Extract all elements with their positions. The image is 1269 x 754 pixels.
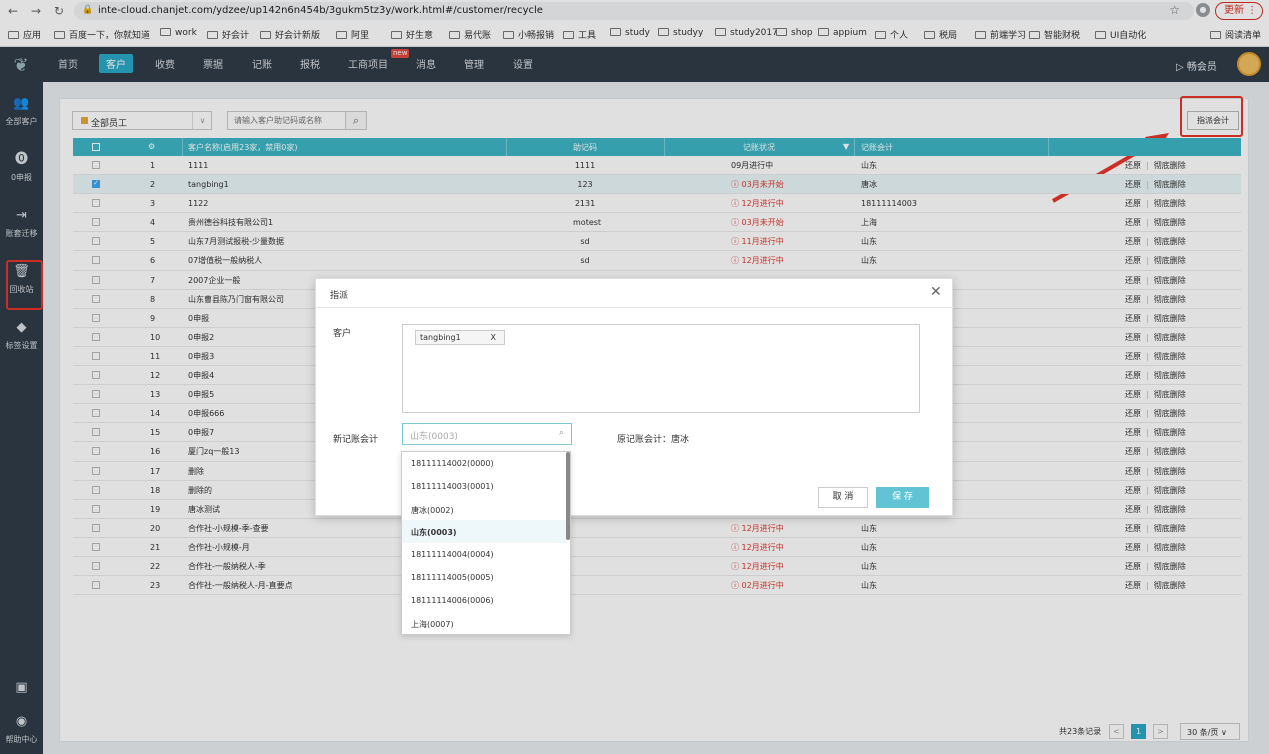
dropdown-option[interactable]: 18111114006(0006): [402, 589, 566, 612]
dropdown-scrollbar[interactable]: [566, 452, 570, 540]
new-accountant-select[interactable]: 山东(0003) ⌕: [402, 423, 572, 445]
save-button[interactable]: 保 存: [876, 487, 929, 508]
modal-title: 指派: [330, 291, 349, 301]
customer-tag: tangbing1 X: [415, 330, 505, 345]
dropdown-option[interactable]: 18111114003(0001): [402, 475, 566, 498]
customer-label: 客户: [333, 329, 352, 339]
dropdown-option[interactable]: 唐冰(0002): [402, 498, 566, 521]
customer-tag-box[interactable]: tangbing1 X: [402, 324, 920, 413]
cancel-button[interactable]: 取 消: [818, 487, 868, 508]
modal-divider: [316, 307, 954, 308]
original-accountant-label: 原记账会计：唐冰: [617, 435, 690, 445]
dropdown-option[interactable]: 18111114005(0005): [402, 566, 566, 589]
dropdown-option[interactable]: 18111114004(0004): [402, 543, 566, 566]
dropdown-option[interactable]: 山东(0003): [402, 520, 566, 544]
customer-tag-label: tangbing1: [420, 333, 461, 342]
search-icon: ⌕: [558, 428, 564, 438]
new-accountant-value: 山东(0003): [410, 432, 458, 442]
dropdown-option[interactable]: 18111114002(0000): [402, 452, 566, 475]
dropdown-option[interactable]: 上海(0007): [402, 612, 566, 635]
accountant-dropdown: 18111114002(0000) 18111114003(0001) 唐冰(000…: [401, 451, 571, 635]
close-icon[interactable]: ✕: [930, 284, 942, 300]
tag-remove-icon[interactable]: X: [491, 333, 496, 342]
new-accountant-label: 新记账会计: [333, 435, 379, 445]
